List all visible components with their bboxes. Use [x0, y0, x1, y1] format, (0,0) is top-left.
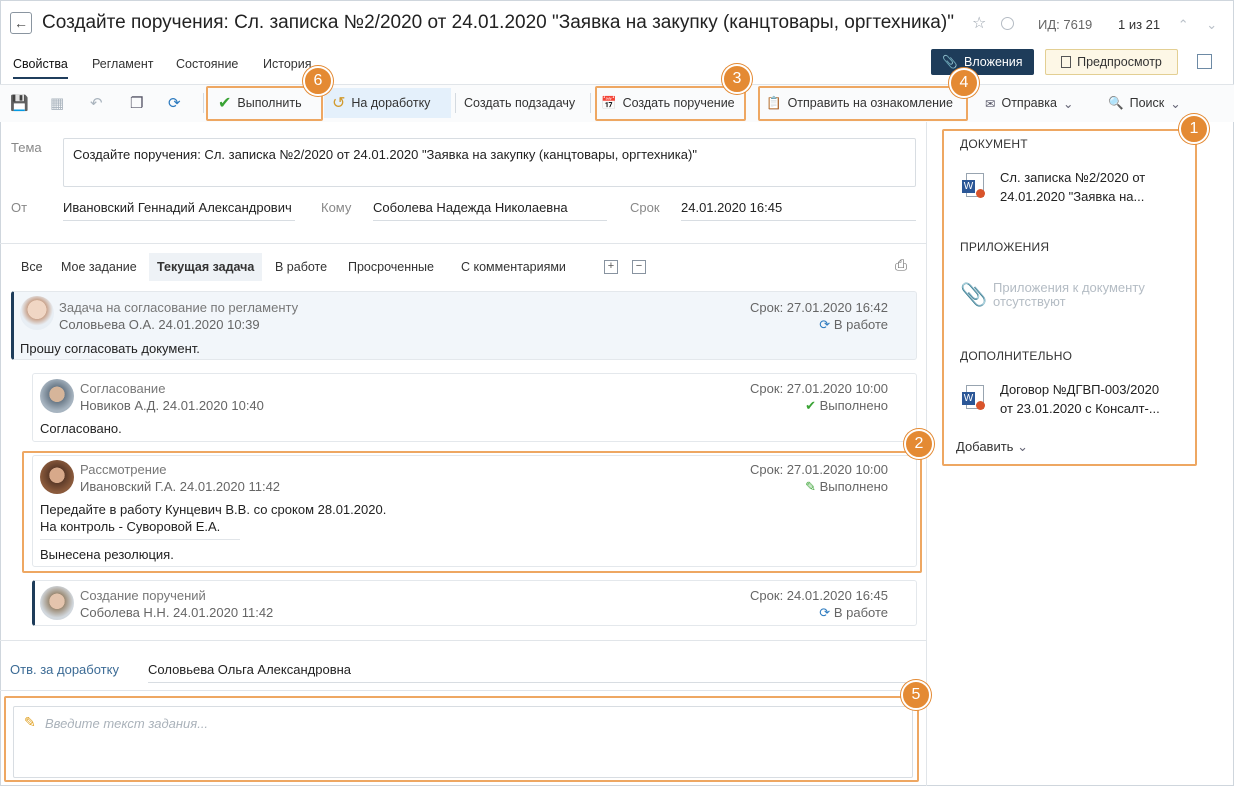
- filter-current-task[interactable]: Текущая задача: [149, 253, 263, 281]
- undo-icon[interactable]: ↶: [90, 94, 103, 112]
- avatar: [40, 586, 74, 620]
- rework-responsible-label: Отв. за доработку: [10, 662, 119, 677]
- toolbar-separator: [203, 93, 204, 113]
- chevron-up-icon[interactable]: ⌃: [1178, 17, 1189, 32]
- star-icon[interactable]: ☆: [972, 13, 986, 33]
- external-window-icon[interactable]: [1197, 54, 1212, 69]
- tab-regulation[interactable]: Регламент: [92, 57, 153, 71]
- due-label: Срок: [630, 200, 660, 215]
- callout-badge: 6: [303, 66, 333, 96]
- send-icon: ✉: [985, 96, 996, 111]
- attachments-button[interactable]: 📎 Вложения: [931, 49, 1034, 75]
- task-type: Задача на согласование по регламенту: [59, 300, 299, 315]
- rework-label: На доработку: [351, 96, 431, 110]
- task-status-label: В работе: [833, 605, 888, 620]
- paperclip-icon: 📎: [942, 54, 958, 69]
- to-label: Кому: [321, 200, 352, 215]
- highlight-frame: [206, 86, 323, 121]
- task-text: Прошу согласовать документ.: [20, 341, 200, 356]
- task-author: Новиков А.Д. 24.01.2020 10:40: [80, 398, 264, 413]
- filter-overdue[interactable]: Просроченные: [348, 260, 434, 274]
- create-subtask-button[interactable]: Создать подзадачу: [456, 88, 583, 118]
- toolbar-separator: [590, 93, 591, 113]
- subtask-label: Создать подзадачу: [464, 96, 576, 110]
- preview-button[interactable]: Предпросмотр: [1045, 49, 1178, 75]
- arrow-left-icon: ←: [14, 15, 28, 31]
- filter-with-comments[interactable]: С комментариями: [461, 260, 566, 274]
- rework-responsible-field[interactable]: Соловьева Ольга Александровна: [148, 662, 916, 683]
- tab-properties[interactable]: Свойства: [13, 57, 68, 79]
- task-type: Создание поручений: [80, 588, 206, 603]
- callout-badge: 5: [901, 680, 931, 710]
- callout-badge: 3: [722, 64, 752, 94]
- highlight-frame: [758, 86, 968, 121]
- divider: [0, 243, 926, 244]
- check-icon: ✔: [805, 398, 816, 413]
- avatar: [20, 296, 54, 330]
- preview-icon: [1061, 56, 1072, 68]
- task-due: Срок: 27.01.2020 16:42: [750, 300, 888, 315]
- in-progress-icon: ⟳: [819, 317, 831, 332]
- task-author: Соболева Н.Н. 24.01.2020 11:42: [80, 605, 274, 620]
- to-field[interactable]: Соболева Надежда Николаевна: [373, 200, 607, 221]
- page-title: Создайте поручения: Сл. записка №2/2020 …: [42, 12, 954, 33]
- chevron-down-icon[interactable]: ⌄: [1206, 17, 1217, 32]
- callout-badge: 4: [949, 68, 979, 98]
- print-icon[interactable]: ⎙: [895, 257, 907, 274]
- search-label: Поиск: [1129, 96, 1165, 110]
- send-dropdown[interactable]: ✉ Отправка ⌄: [977, 88, 1081, 118]
- refresh-icon[interactable]: ⟳: [168, 94, 181, 112]
- due-field[interactable]: 24.01.2020 16:45: [681, 200, 916, 221]
- callout-badge: 2: [904, 429, 934, 459]
- rework-button[interactable]: ↺ На доработку: [324, 88, 451, 118]
- task-due: Срок: 27.01.2020 10:00: [750, 381, 888, 396]
- avatar: [40, 379, 74, 413]
- task-status-label: Выполнено: [819, 398, 888, 413]
- copy-icon[interactable]: ❐: [130, 94, 143, 112]
- pager-label: 1 из 21: [1118, 17, 1161, 32]
- task-text: Согласовано.: [40, 421, 122, 436]
- highlight-frame: [22, 451, 922, 573]
- filter-in-progress[interactable]: В работе: [275, 260, 327, 274]
- filter-my-task[interactable]: Мое задание: [61, 260, 137, 274]
- expand-all-button[interactable]: +: [604, 260, 618, 274]
- task-type: Согласование: [80, 381, 166, 396]
- send-label: Отправка: [1001, 96, 1057, 110]
- highlight-frame: [942, 129, 1197, 466]
- chevron-down-icon: ⌄: [1170, 96, 1181, 111]
- tema-label: Тема: [11, 140, 42, 155]
- back-button[interactable]: ←: [10, 12, 32, 34]
- save-close-icon[interactable]: ▦: [50, 94, 64, 112]
- search-dropdown[interactable]: 🔍 Поиск ⌄: [1100, 88, 1189, 118]
- in-progress-icon: ⟳: [819, 605, 831, 620]
- task-status: ⟳ В работе: [700, 317, 888, 333]
- pager: 1 из 21 ⌃ ⌄: [1118, 17, 1217, 33]
- document-id: ИД: 7619: [1038, 17, 1093, 32]
- highlight-frame: [4, 696, 919, 782]
- task-status-label: В работе: [833, 317, 888, 332]
- rework-icon: ↺: [332, 95, 346, 112]
- collapse-all-button[interactable]: −: [632, 260, 646, 274]
- search-icon: 🔍: [1108, 95, 1124, 110]
- chevron-down-icon: ⌄: [1062, 96, 1074, 111]
- task-status: ✔ Выполнено: [700, 398, 888, 414]
- attachments-label: Вложения: [964, 55, 1023, 69]
- preview-label: Предпросмотр: [1077, 55, 1162, 69]
- save-icon[interactable]: 💾: [10, 94, 29, 112]
- from-label: От: [11, 200, 28, 215]
- highlight-frame: [595, 86, 746, 121]
- callout-badge: 1: [1179, 114, 1209, 144]
- task-status: ⟳ В работе: [700, 605, 888, 621]
- status-circle-icon[interactable]: [1001, 17, 1014, 30]
- divider: [0, 690, 926, 691]
- task-author: Соловьева О.А. 24.01.2020 10:39: [59, 317, 260, 332]
- tab-state[interactable]: Состояние: [176, 57, 238, 71]
- filter-all[interactable]: Все: [21, 260, 43, 274]
- divider: [0, 640, 926, 641]
- tema-field[interactable]: Создайте поручения: Сл. записка №2/2020 …: [63, 138, 916, 187]
- task-due: Срок: 24.01.2020 16:45: [750, 588, 888, 603]
- from-field[interactable]: Ивановский Геннадий Александрович: [63, 200, 295, 221]
- tab-history[interactable]: История: [263, 57, 311, 71]
